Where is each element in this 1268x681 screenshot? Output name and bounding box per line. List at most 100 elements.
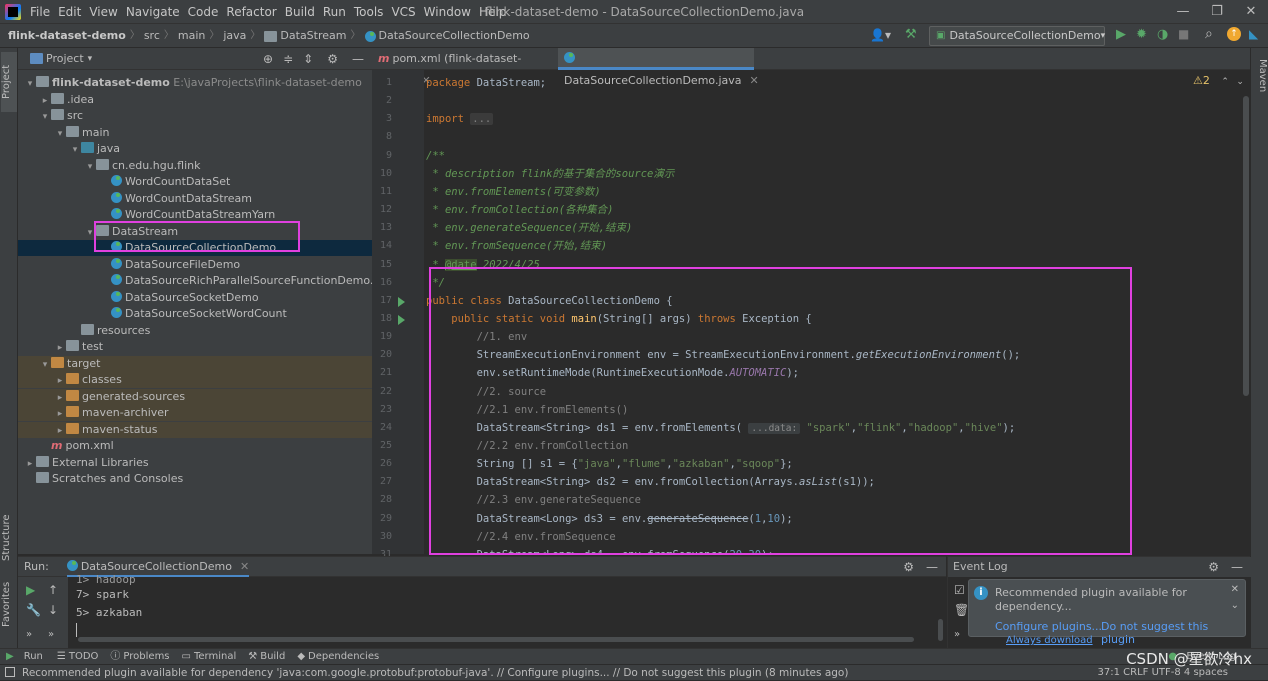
menu-refactor[interactable]: Refactor (226, 0, 284, 24)
menu-window[interactable]: Window (424, 0, 479, 24)
status-message[interactable]: Recommended plugin available for depende… (22, 665, 848, 681)
menu-navigate[interactable]: Navigate (126, 0, 188, 24)
tree-item[interactable]: ▸ maven-status (18, 421, 372, 439)
menu-vcs[interactable]: VCS (391, 0, 423, 24)
editor-scrollbar[interactable] (1243, 96, 1249, 396)
tab-terminal[interactable]: Terminal (194, 649, 236, 665)
tab-maven[interactable]: Maven (1252, 54, 1268, 98)
warnings-indicator[interactable]: ⚠2 ⌃ ⌄ (1193, 74, 1244, 87)
chevron-down-icon[interactable]: ⌄ (1236, 77, 1244, 87)
collapse-all-icon[interactable]: ≑ (283, 52, 293, 66)
menu-edit[interactable]: Edit (58, 0, 89, 24)
breadcrumb-item[interactable]: DataStream (280, 24, 346, 48)
more-icon[interactable]: » (26, 629, 32, 640)
close-window-button[interactable]: ✕ (1234, 0, 1268, 24)
always-download-link[interactable]: Always download (1006, 635, 1093, 646)
chevron-down-icon[interactable]: ▾ (24, 76, 36, 92)
breadcrumb-item[interactable]: DataSourceCollectionDemo (379, 24, 530, 48)
restore-button[interactable]: ❐ (1200, 0, 1234, 24)
tab-todo[interactable]: TODO (69, 649, 99, 665)
build-hammer-icon[interactable]: ⚒ (905, 27, 917, 42)
tree-item[interactable]: ▸ maven-archiver (18, 405, 372, 421)
chevron-right-icon[interactable]: ▸ (54, 406, 66, 422)
wrench-icon[interactable]: 🔧 (26, 603, 41, 617)
tree-item[interactable]: Scratches and Consoles (18, 471, 372, 487)
breadcrumb-item[interactable]: java (223, 24, 246, 48)
breadcrumb-item[interactable]: flink-dataset-demo (8, 24, 126, 48)
tab-problems[interactable]: Problems (123, 649, 169, 665)
tree-item[interactable]: DataSourceSocketWordCount (18, 306, 372, 322)
chevron-up-icon[interactable]: ⌃ (1221, 77, 1229, 87)
tab-build[interactable]: Build (260, 649, 285, 665)
tree-item[interactable]: ▸ generated-sources (18, 388, 372, 406)
breadcrumb-item[interactable]: src (144, 24, 160, 48)
chevron-down-icon[interactable]: ▾ (84, 159, 96, 175)
chevron-down-icon[interactable]: ▾ (69, 142, 81, 158)
project-panel-title[interactable]: Project (46, 48, 84, 70)
chevron-down-icon[interactable]: ▾ (88, 54, 93, 64)
tree-item[interactable]: ▸ classes (18, 372, 372, 388)
tab-project[interactable]: Project (1, 52, 17, 112)
trash-icon[interactable]: 🗑 (954, 603, 969, 617)
breadcrumb-item[interactable]: main (178, 24, 205, 48)
hide-icon[interactable]: — (1231, 560, 1243, 574)
tree-item[interactable]: WordCountDataStream (18, 191, 372, 207)
chevron-down-icon[interactable]: ▾ (39, 357, 51, 373)
menu-code[interactable]: Code (188, 0, 227, 24)
chevron-right-icon[interactable]: ▸ (54, 373, 66, 389)
tool-windows-icon[interactable] (5, 667, 15, 677)
chevron-right-icon[interactable]: ▸ (54, 390, 66, 406)
hide-icon[interactable]: — (352, 52, 364, 66)
tab-pom-xml[interactable]: mpom.xml (flink-dataset-demo)✕ (372, 48, 554, 87)
debug-icon[interactable]: ✹ (1136, 27, 1147, 42)
minimize-button[interactable]: — (1166, 0, 1200, 24)
rerun-icon[interactable]: ▶ (26, 583, 35, 597)
menu-run[interactable]: Run (323, 0, 354, 24)
locate-icon[interactable]: ⊕ (263, 52, 273, 66)
chevron-right-icon[interactable]: ▸ (54, 340, 66, 356)
do-not-suggest-link[interactable]: Do not suggest this plugin (1101, 620, 1245, 646)
check-icon[interactable]: ☑ (954, 583, 965, 597)
close-icon[interactable]: ✕ (1231, 584, 1239, 595)
chevron-down-icon[interactable]: ▾ (54, 126, 66, 142)
update-icon[interactable]: ↑ (1227, 27, 1241, 41)
stop-icon[interactable]: ■ (1178, 27, 1189, 41)
console-h-scrollbar[interactable] (78, 637, 914, 642)
gear-icon[interactable]: ⚙ (327, 52, 338, 66)
menu-tools[interactable]: Tools (354, 0, 392, 24)
scroll-down-icon[interactable]: ↓ (48, 603, 58, 617)
tree-item[interactable]: m pom.xml (18, 438, 372, 454)
tree-item[interactable]: DataSourceRichParallelSourceFunctionDemo… (18, 273, 396, 289)
line-gutter[interactable]: 1 2 3 8 9 10 11 12 13 14 15 16 17 18 19 20 21 22 23 24 25 26 2… (372, 70, 424, 560)
user-icon[interactable]: 👤▾ (870, 28, 891, 42)
tree-item[interactable]: ▾ flink-dataset-demo E:\javaProjects\flin… (18, 75, 372, 91)
tab-dependencies[interactable]: Dependencies (308, 649, 379, 665)
more-icon[interactable]: » (954, 629, 960, 640)
tab-structure[interactable]: Structure (1, 510, 17, 566)
coverage-icon[interactable]: ◑ (1157, 27, 1168, 42)
search-icon[interactable]: ⌕ (1205, 26, 1213, 42)
tree-item[interactable]: ▾ main (18, 125, 372, 141)
more-icon[interactable]: » (48, 629, 54, 640)
tree-item[interactable]: ▾ cn.edu.hgu.flink (18, 158, 372, 174)
chevron-right-icon[interactable]: ▸ (54, 423, 66, 439)
tree-item[interactable]: ▾ target (18, 355, 372, 373)
menu-file[interactable]: File (30, 0, 58, 24)
scroll-up-icon[interactable]: ↑ (48, 583, 58, 597)
chevron-right-icon[interactable]: ▸ (24, 456, 36, 472)
tree-item[interactable]: ▾ java (18, 141, 372, 157)
tree-item[interactable]: DataSourceFileDemo (18, 257, 372, 273)
menu-build[interactable]: Build (285, 0, 323, 24)
chevron-down-icon[interactable]: ▾ (39, 109, 51, 125)
tab-favorites[interactable]: Favorites (1, 578, 17, 630)
tree-item[interactable]: ▸ test (18, 339, 372, 355)
tree-item[interactable]: DataSourceSocketDemo (18, 290, 372, 306)
configure-plugins-link[interactable]: Configure plugins... (995, 620, 1102, 633)
hide-icon[interactable]: — (926, 560, 938, 574)
chevron-right-icon[interactable]: ▸ (39, 93, 51, 109)
run-gutter-icon[interactable] (398, 296, 405, 307)
tree-item[interactable]: WordCountDataSet (18, 174, 372, 190)
tree-item[interactable]: resources (18, 323, 372, 339)
jetbrains-icon[interactable]: ◣ (1249, 27, 1258, 41)
tree-item[interactable]: ▸ .idea (18, 92, 372, 108)
